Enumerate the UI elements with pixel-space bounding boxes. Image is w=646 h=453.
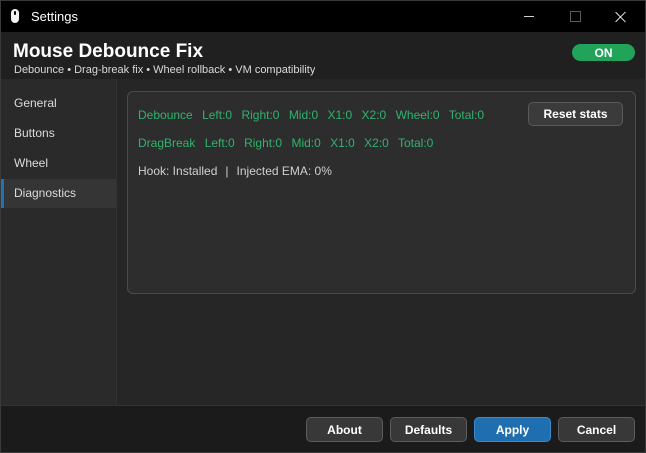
sidebar-item-wheel[interactable]: Wheel	[1, 149, 116, 178]
stat-value: Left:0	[204, 136, 235, 150]
close-icon	[615, 11, 627, 23]
stat-value: Mid:0	[288, 108, 319, 122]
stat-value: Wheel:0	[395, 108, 440, 122]
stat-value: Mid:0	[291, 136, 321, 150]
dragbreak-stats: DragBreak Left:0 Right:0 Mid:0 X1:0 X2:0…	[138, 136, 439, 150]
defaults-button[interactable]: Defaults	[390, 417, 467, 442]
debounce-label: Debounce	[138, 108, 193, 122]
settings-window: Settings Mouse Debounce Fix Debounce • D…	[0, 0, 646, 453]
minimize-icon	[524, 16, 534, 17]
sidebar-item-diagnostics[interactable]: Diagnostics	[1, 179, 116, 208]
injected-ema: Injected EMA: 0%	[236, 164, 332, 178]
hook-status: Hook: Installed	[138, 164, 218, 178]
mouse-icon	[11, 9, 19, 23]
apply-button[interactable]: Apply	[474, 417, 551, 442]
cancel-button[interactable]: Cancel	[558, 417, 635, 442]
sidebar-item-buttons[interactable]: Buttons	[1, 119, 116, 148]
app-header: Mouse Debounce Fix Debounce • Drag-break…	[1, 32, 645, 79]
enable-toggle[interactable]: ON	[572, 44, 635, 61]
sidebar-item-general[interactable]: General	[1, 89, 116, 118]
stat-value: X2:0	[361, 108, 387, 122]
stat-value: Right:0	[241, 108, 280, 122]
stat-value: Total:0	[397, 136, 434, 150]
stat-value: Total:0	[448, 108, 485, 122]
stat-value: Right:0	[244, 136, 283, 150]
dragbreak-label: DragBreak	[138, 136, 196, 150]
diagnostics-panel: Debounce Left:0 Right:0 Mid:0 X1:0 X2:0 …	[117, 79, 645, 405]
reset-stats-button[interactable]: Reset stats	[528, 102, 623, 126]
sidebar: General Buttons Wheel Diagnostics	[1, 79, 117, 405]
about-button[interactable]: About	[306, 417, 383, 442]
app-subtitle: Debounce • Drag-break fix • Wheel rollba…	[14, 64, 316, 76]
stat-value: X2:0	[364, 136, 389, 150]
debounce-stats: Debounce Left:0 Right:0 Mid:0 X1:0 X2:0 …	[138, 108, 490, 122]
app-title: Mouse Debounce Fix	[13, 41, 204, 62]
close-button[interactable]	[598, 1, 644, 32]
footer: About Defaults Apply Cancel	[1, 405, 645, 452]
maximize-button[interactable]	[552, 1, 598, 32]
stat-value: X1:0	[330, 136, 355, 150]
hook-status-line: Hook: Installed | Injected EMA: 0%	[138, 164, 332, 178]
minimize-button[interactable]	[506, 1, 552, 32]
diagnostics-card: Debounce Left:0 Right:0 Mid:0 X1:0 X2:0 …	[127, 91, 636, 294]
maximize-icon	[569, 11, 581, 22]
separator: |	[225, 164, 229, 178]
window-title: Settings	[31, 9, 78, 24]
title-bar[interactable]: Settings	[1, 1, 645, 32]
stat-value: X1:0	[327, 108, 353, 122]
stat-value: Left:0	[202, 108, 233, 122]
